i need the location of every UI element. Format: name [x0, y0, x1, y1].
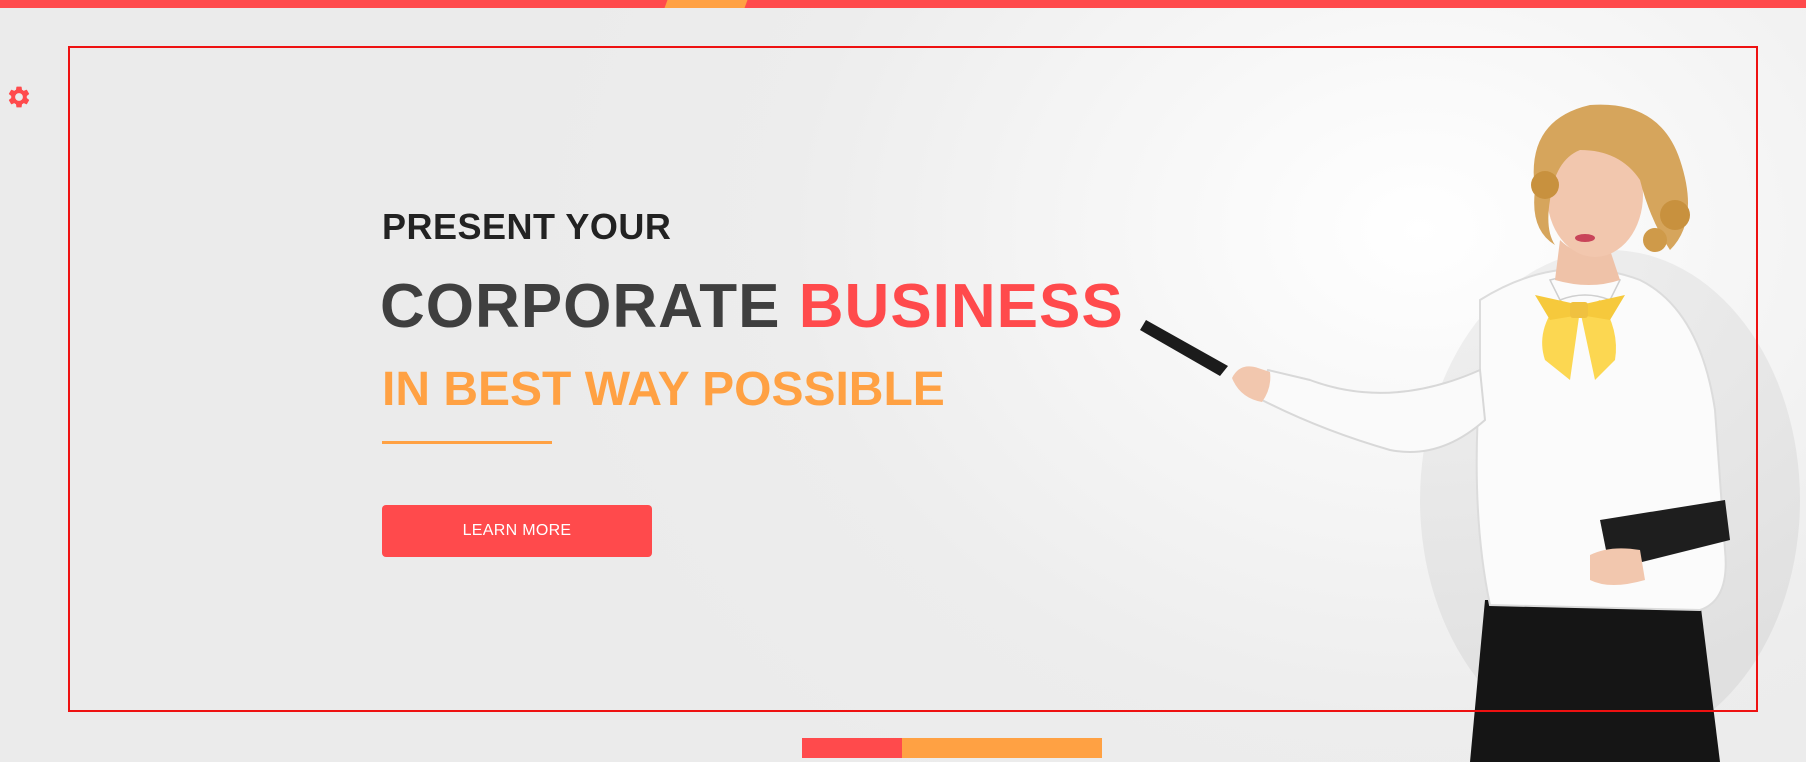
hero-subtitle: IN BEST WAY POSSIBLE — [382, 363, 945, 416]
learn-more-button[interactable]: LEARN MORE — [382, 505, 652, 557]
hero-title-primary: CORPORATE — [380, 272, 781, 341]
slider-indicator[interactable] — [802, 738, 1102, 758]
hero-section: PRESENT YOUR CORPORATE BUSINESS IN BEST … — [0, 0, 1806, 762]
slider-indicator-inactive[interactable] — [902, 738, 1102, 758]
top-accent-segment — [664, 0, 748, 8]
hero-kicker: PRESENT YOUR — [382, 206, 672, 247]
gear-icon[interactable] — [6, 84, 32, 110]
hero-title: CORPORATE BUSINESS — [380, 272, 1124, 342]
hero-divider — [382, 441, 552, 444]
top-accent-bar — [0, 0, 1806, 8]
slider-indicator-active[interactable] — [802, 738, 902, 758]
hero-title-highlight: BUSINESS — [798, 272, 1124, 341]
